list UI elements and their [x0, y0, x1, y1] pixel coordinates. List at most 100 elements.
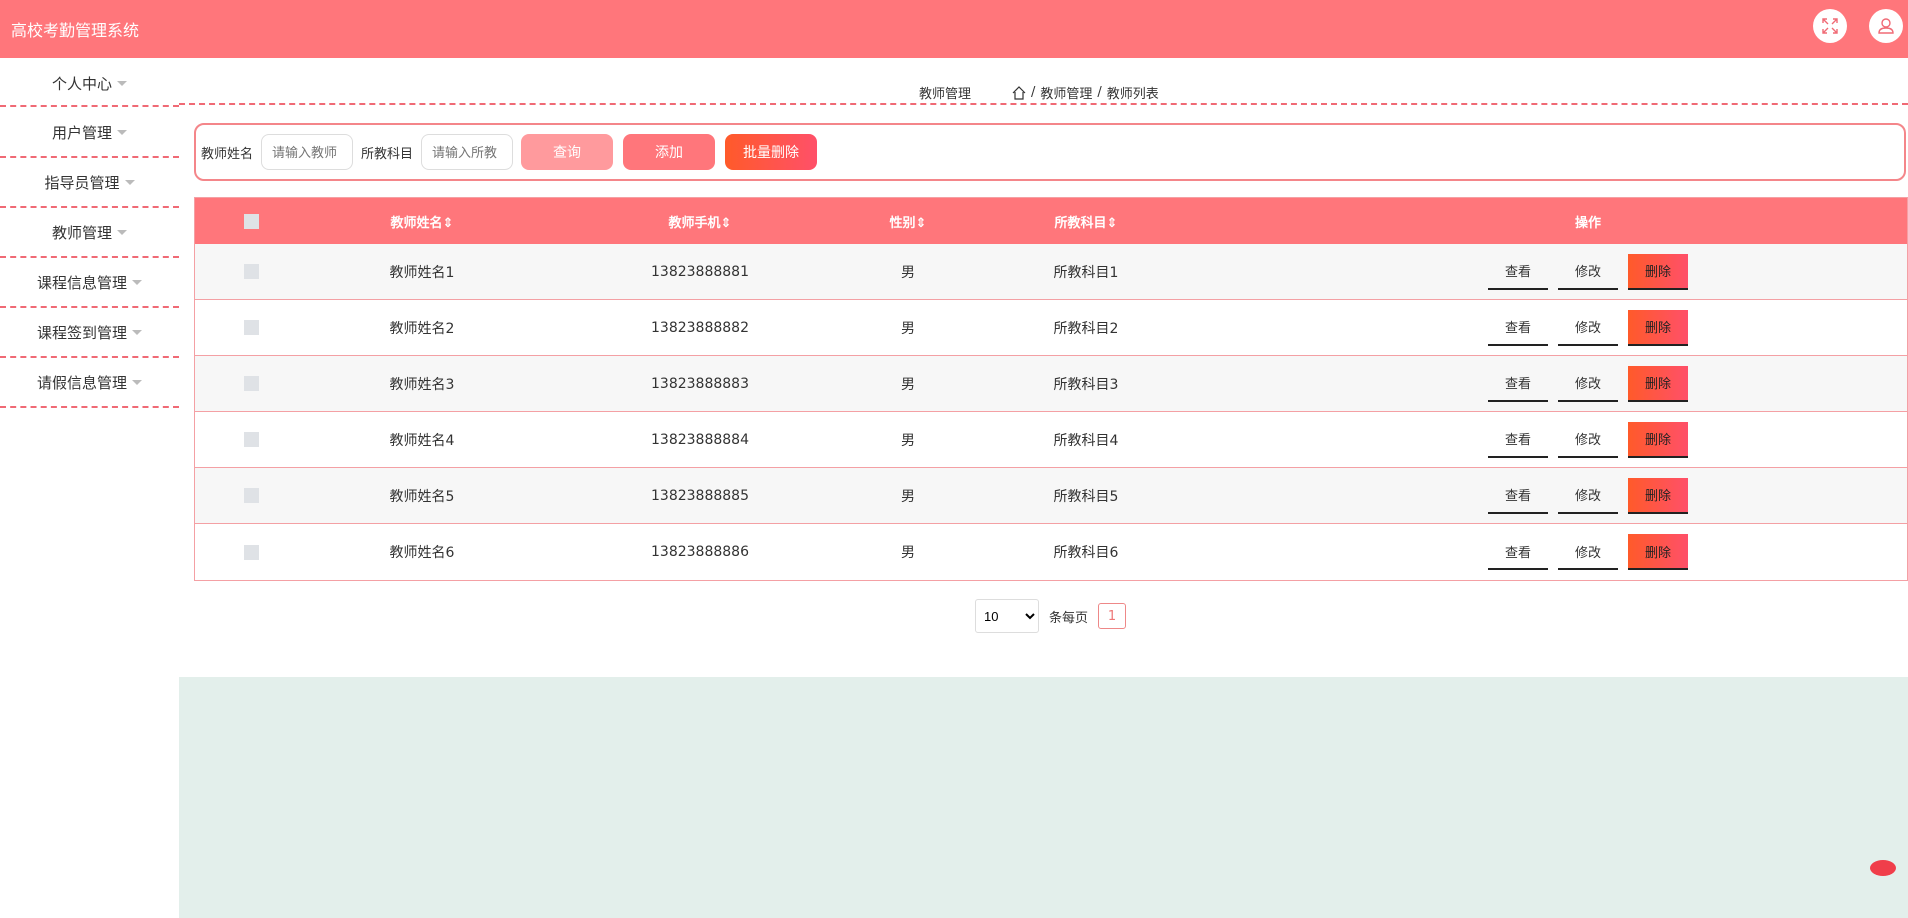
cell-subject: 所教科目4 [1053, 432, 1119, 449]
sidebar-item-counselor-management[interactable]: 指导员管理 [0, 158, 179, 208]
header-phone[interactable]: 教师手机⇕ [537, 212, 863, 231]
delete-button[interactable]: 删除 [1628, 365, 1688, 402]
row-checkbox[interactable] [243, 320, 259, 335]
table-row: 教师姓名4 13823888884 男 所教科目4 查看 修改 删除 [195, 412, 1907, 468]
sidebar-item-personal-center[interactable]: 个人中心 [0, 58, 179, 108]
cell-phone: 13823888884 [651, 431, 749, 448]
view-button[interactable]: 查看 [1488, 366, 1548, 402]
sidebar-item-label: 教师管理 [51, 223, 112, 242]
breadcrumb-separator: / [1031, 85, 1036, 100]
row-checkbox[interactable] [243, 376, 259, 391]
sidebar-item-leave-management[interactable]: 请假信息管理 [0, 358, 179, 408]
cell-phone: 13823888885 [651, 487, 749, 504]
header-subject[interactable]: 所教科目⇕ [953, 212, 1219, 231]
cell-subject: 所教科目1 [1053, 264, 1119, 281]
fullscreen-button[interactable] [1813, 9, 1847, 43]
teacher-name-label: 教师姓名 [201, 146, 254, 162]
cell-sex: 男 [901, 376, 915, 393]
subject-label: 所教科目 [361, 146, 414, 162]
user-icon [1878, 18, 1894, 34]
pagination: 10 条每页 1 [975, 599, 1127, 633]
add-button[interactable]: 添加 [623, 134, 716, 170]
divider [0, 105, 179, 107]
delete-button[interactable]: 删除 [1628, 477, 1688, 514]
table-row: 教师姓名3 13823888883 男 所教科目3 查看 修改 删除 [195, 356, 1907, 412]
row-checkbox[interactable] [243, 488, 259, 503]
caret-down-icon [117, 129, 127, 135]
breadcrumb-item: 教师列表 [1106, 87, 1159, 102]
row-checkbox[interactable] [243, 432, 259, 447]
row-checkbox[interactable] [243, 544, 259, 560]
batch-delete-button[interactable]: 批量删除 [725, 134, 818, 170]
cell-subject: 所教科目5 [1053, 488, 1119, 505]
caret-down-icon [117, 229, 127, 235]
cell-name: 教师姓名6 [389, 545, 455, 561]
per-page-label: 条每页 [1049, 610, 1089, 626]
breadcrumb-item[interactable]: 教师管理 [1040, 83, 1092, 102]
edit-button[interactable]: 修改 [1558, 366, 1618, 402]
delete-button[interactable]: 删除 [1628, 534, 1688, 570]
sidebar-item-label: 课程签到管理 [36, 323, 127, 342]
table-row: 教师姓名6 13823888886 男 所教科目6 查看 修改 删除 [195, 524, 1907, 580]
cell-phone: 13823888886 [651, 544, 749, 560]
app-title: 高校考勤管理系统 [11, 21, 140, 40]
delete-button[interactable]: 删除 [1628, 421, 1688, 458]
breadcrumb-separator: / [1097, 85, 1102, 100]
view-button[interactable]: 查看 [1488, 422, 1548, 458]
floating-widget-icon[interactable] [1870, 860, 1896, 876]
cell-subject: 所教科目2 [1053, 320, 1119, 337]
sidebar-item-label: 请假信息管理 [36, 373, 127, 392]
edit-button[interactable]: 修改 [1558, 478, 1618, 514]
page-title: 教师管理 [919, 87, 972, 102]
edit-button[interactable]: 修改 [1558, 254, 1618, 290]
subject-input[interactable] [421, 134, 514, 170]
sidebar: 个人中心 用户管理 指导员管理 教师管理 课程信息管理 课程签到管理 请假信息管… [0, 58, 179, 408]
caret-down-icon [132, 329, 142, 335]
table-row: 教师姓名2 13823888882 男 所教科目2 查看 修改 删除 [195, 300, 1907, 356]
cell-subject: 所教科目6 [1053, 545, 1119, 561]
sidebar-item-user-management[interactable]: 用户管理 [0, 108, 179, 158]
cell-name: 教师姓名2 [389, 320, 455, 337]
cell-name: 教师姓名4 [389, 432, 455, 449]
sidebar-item-course-info-management[interactable]: 课程信息管理 [0, 258, 179, 308]
table-row: 教师姓名1 13823888881 男 所教科目1 查看 修改 删除 [195, 244, 1907, 300]
caret-down-icon [132, 279, 142, 285]
cell-name: 教师姓名5 [389, 488, 455, 505]
page-size-select[interactable]: 10 [975, 599, 1039, 633]
sidebar-item-course-checkin-management[interactable]: 课程签到管理 [0, 308, 179, 358]
sidebar-item-label: 个人中心 [51, 74, 112, 93]
search-bar: 教师姓名 所教科目 查询 添加 批量删除 [194, 123, 1906, 181]
cell-sex: 男 [901, 320, 915, 337]
table-row: 教师姓名5 13823888885 男 所教科目5 查看 修改 删除 [195, 468, 1907, 524]
header-sex[interactable]: 性别⇕ [863, 212, 953, 231]
teacher-name-input[interactable] [261, 134, 354, 170]
caret-down-icon [117, 80, 127, 86]
cell-name: 教师姓名1 [389, 264, 455, 281]
cell-phone: 13823888881 [651, 263, 749, 280]
view-button[interactable]: 查看 [1488, 534, 1548, 570]
user-button[interactable] [1869, 9, 1903, 43]
delete-button[interactable]: 删除 [1628, 253, 1688, 290]
edit-button[interactable]: 修改 [1558, 534, 1618, 570]
view-button[interactable]: 查看 [1488, 310, 1548, 346]
cell-subject: 所教科目3 [1053, 376, 1119, 393]
home-icon[interactable] [1012, 85, 1026, 100]
breadcrumb: / 教师管理 / 教师列表 [1012, 83, 1159, 102]
header-name[interactable]: 教师姓名⇕ [307, 212, 537, 231]
query-button[interactable]: 查询 [521, 134, 614, 170]
page-button[interactable]: 1 [1098, 603, 1127, 629]
fullscreen-icon [1822, 18, 1838, 34]
cell-sex: 男 [901, 264, 915, 281]
view-button[interactable]: 查看 [1488, 254, 1548, 290]
edit-button[interactable]: 修改 [1558, 422, 1618, 458]
view-button[interactable]: 查看 [1488, 478, 1548, 514]
select-all-checkbox[interactable] [243, 213, 259, 229]
sidebar-item-teacher-management[interactable]: 教师管理 [0, 208, 179, 258]
cell-sex: 男 [901, 488, 915, 505]
edit-button[interactable]: 修改 [1558, 310, 1618, 346]
teacher-table: 教师姓名⇕ 教师手机⇕ 性别⇕ 所教科目⇕ 操作 教师姓名1 138238888… [194, 197, 1908, 581]
delete-button[interactable]: 删除 [1628, 309, 1688, 346]
caret-down-icon [124, 179, 135, 185]
row-checkbox[interactable] [243, 264, 259, 279]
sidebar-item-label: 指导员管理 [44, 173, 120, 192]
